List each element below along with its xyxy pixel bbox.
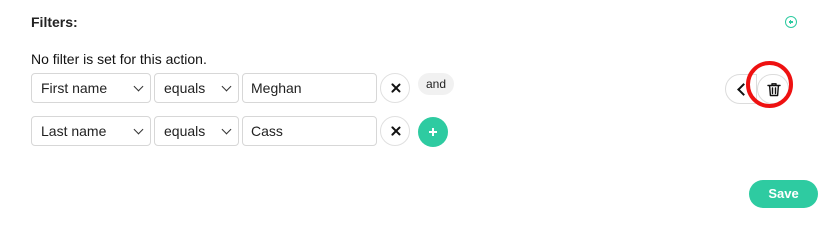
chevron-down-icon — [221, 81, 232, 92]
save-button[interactable]: Save — [749, 180, 818, 208]
field-select[interactable]: First name — [31, 73, 151, 103]
chevron-down-icon — [133, 81, 144, 92]
operator-select[interactable]: equals — [154, 73, 239, 103]
remove-filter-button[interactable] — [380, 116, 410, 146]
field-select[interactable]: Last name — [31, 116, 151, 146]
filters-title: Filters: — [31, 14, 78, 30]
add-filter-icon[interactable] — [785, 16, 797, 28]
field-select-value: First name — [41, 80, 108, 96]
operator-select-value: equals — [164, 123, 206, 139]
empty-filter-notice: No filter is set for this action. — [31, 51, 207, 67]
operator-select[interactable]: equals — [154, 116, 239, 146]
operator-select-value: equals — [164, 80, 206, 96]
field-select-value: Last name — [41, 123, 107, 139]
value-input[interactable]: Meghan — [242, 73, 377, 103]
connector-badge: and — [418, 73, 455, 95]
trash-icon — [767, 83, 781, 97]
chevron-down-icon — [221, 124, 232, 135]
chevron-left-icon — [737, 83, 750, 96]
value-input[interactable]: Cass — [242, 116, 377, 146]
add-filter-row-button[interactable] — [418, 117, 448, 147]
previous-button[interactable] — [725, 74, 757, 104]
delete-button[interactable] — [757, 74, 789, 104]
chevron-down-icon — [133, 124, 144, 135]
remove-filter-button[interactable] — [380, 73, 410, 103]
